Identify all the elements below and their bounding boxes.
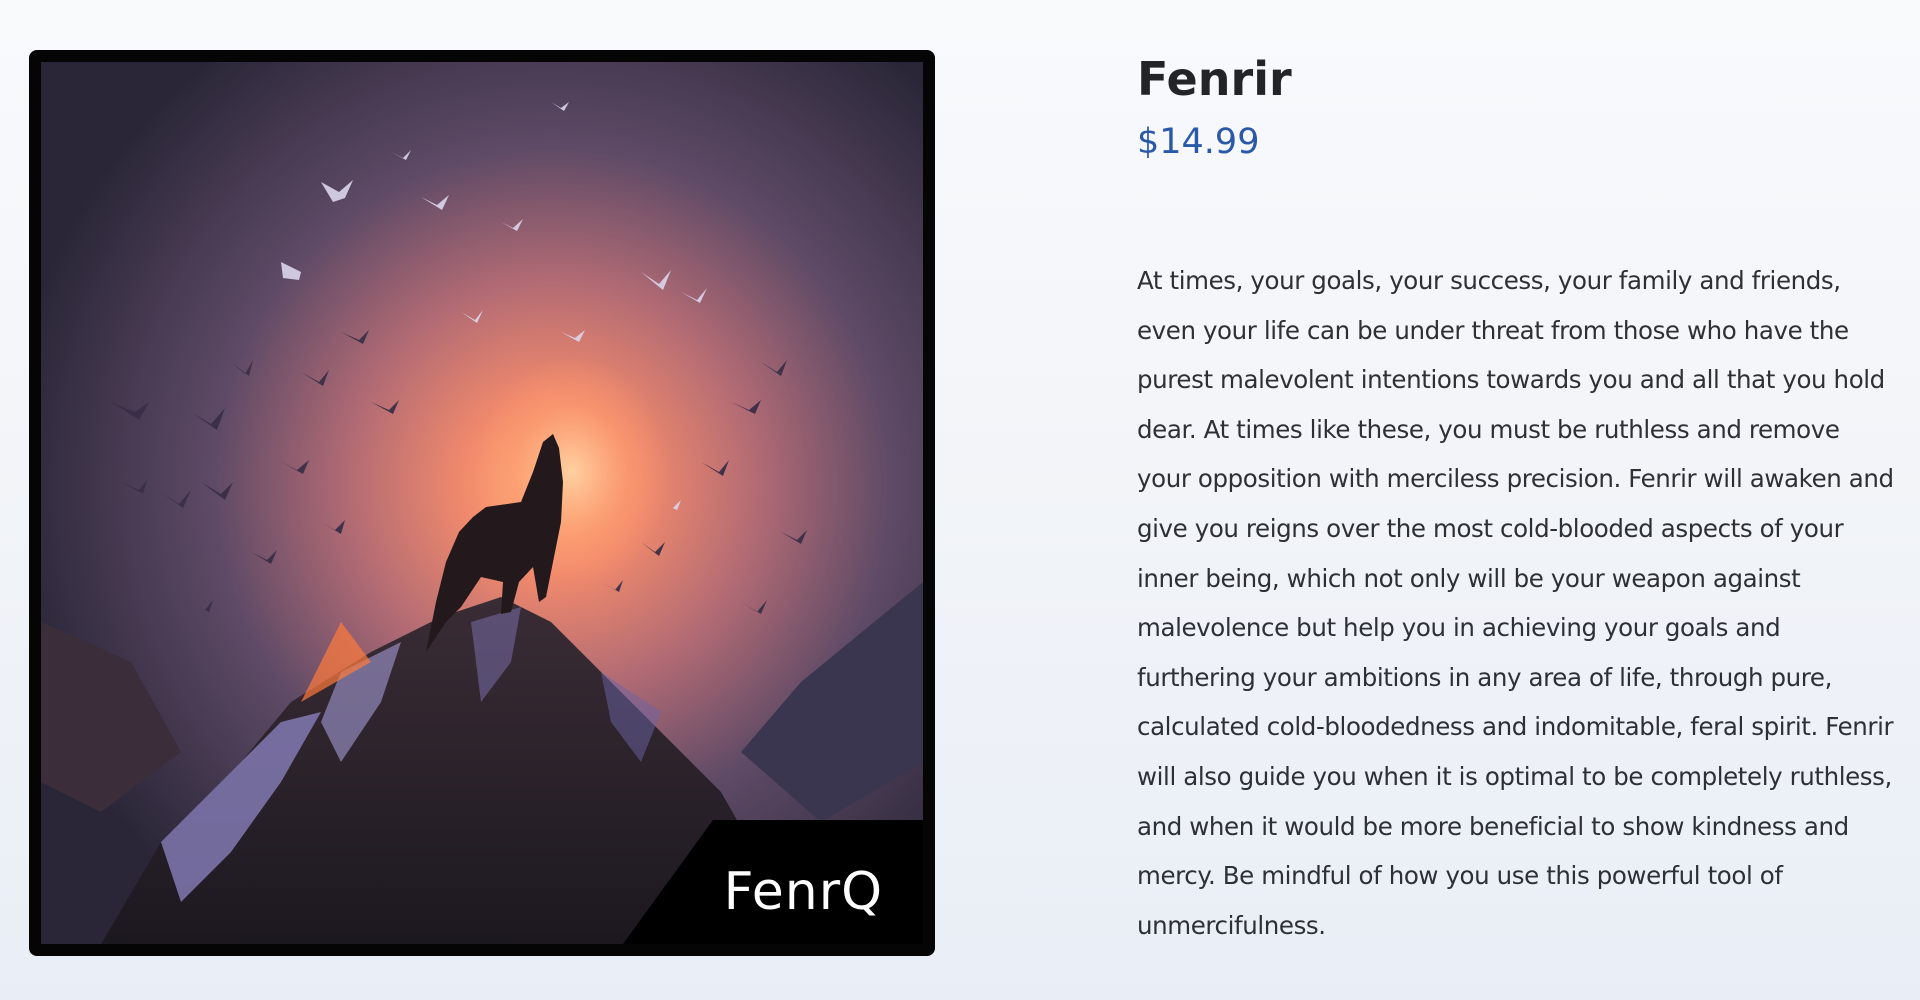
product-info: Fenrir $14.99 At times, your goals, your… — [1137, 50, 1897, 950]
brand-label: FenrQ — [723, 862, 883, 922]
product-price: $14.99 — [1137, 122, 1260, 162]
product-page: FenrQ Fenrir $14.99 At times, your goals… — [0, 0, 1920, 1000]
product-image[interactable]: FenrQ — [29, 50, 935, 956]
product-description: At times, your goals, your success, your… — [1137, 266, 1894, 940]
product-title: Fenrir — [1137, 52, 1292, 106]
wolf-howling-artwork — [41, 62, 923, 944]
